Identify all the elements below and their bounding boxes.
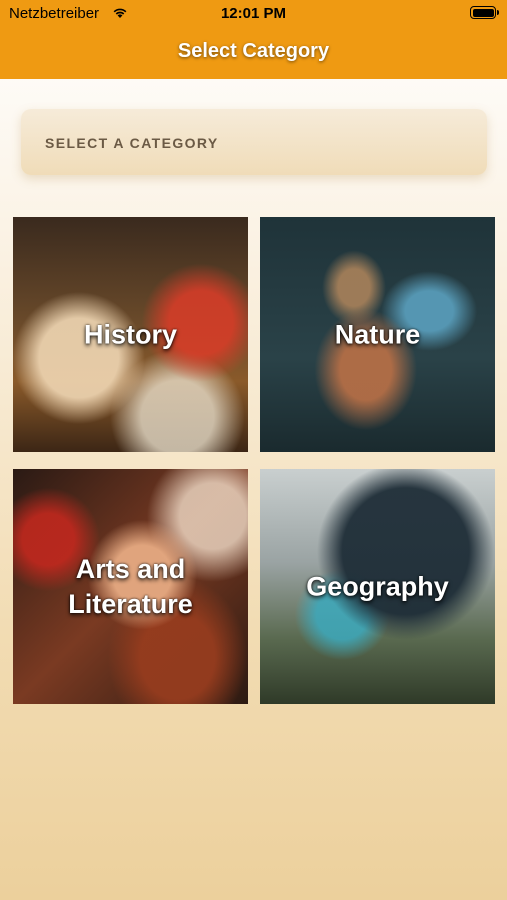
category-tile-history[interactable]: History (13, 217, 248, 452)
category-label: Arts and Literature (68, 553, 193, 619)
category-tile-geography[interactable]: Geography (260, 469, 495, 704)
clock: 12:01 PM (220, 5, 287, 22)
status-bar: Netzbetreiber 12:01 PM (0, 0, 507, 28)
battery-icon (470, 6, 499, 19)
category-label: History (83, 319, 178, 349)
category-label: Nature (334, 319, 421, 349)
category-label: Geography (306, 571, 449, 601)
category-selector[interactable]: SELECT A CATEGORY (21, 109, 487, 175)
navigation-bar: Netzbetreiber 12:01 PM Select Category (0, 0, 507, 79)
category-tile-nature[interactable]: Nature (260, 217, 495, 452)
category-tile-arts-and-literature[interactable]: Arts and Literature (13, 469, 248, 704)
category-selector-label: SELECT A CATEGORY (45, 135, 219, 151)
page-title: Select Category (177, 40, 330, 62)
